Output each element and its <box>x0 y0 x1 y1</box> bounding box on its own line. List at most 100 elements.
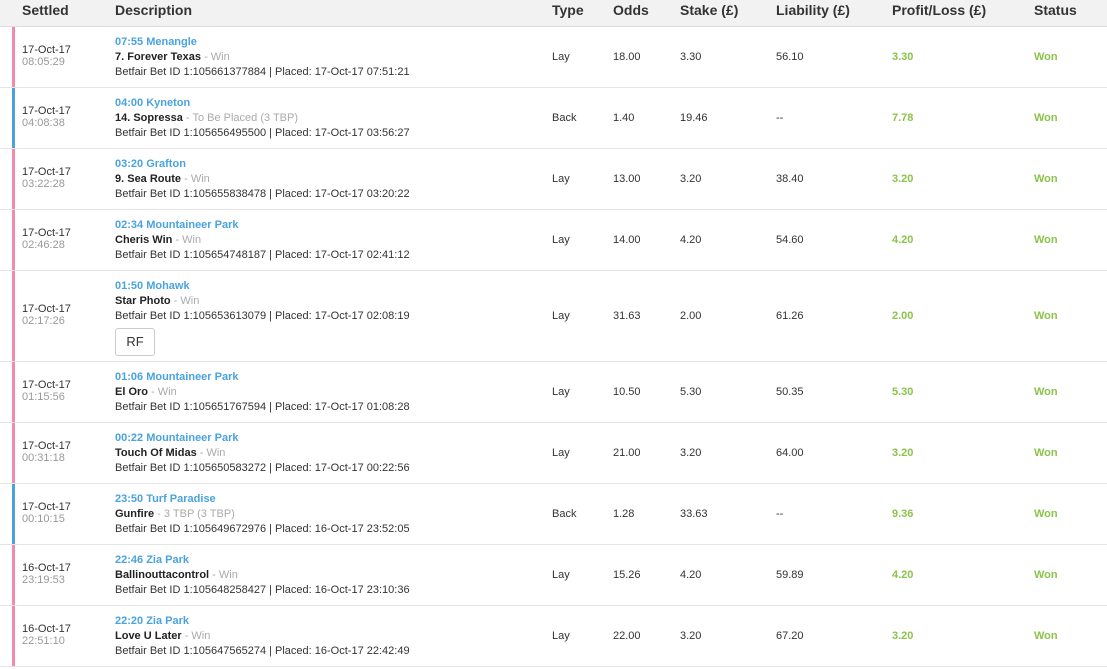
bet-info: Betfair Bet ID 1:105649672976 | Placed: … <box>115 523 410 535</box>
status-badge: Won <box>1034 173 1058 185</box>
settled-time: 01:15:56 <box>22 391 65 403</box>
header-stake[interactable]: Stake (£) <box>680 2 738 18</box>
bet-side-indicator <box>12 423 15 483</box>
status-badge: Won <box>1034 234 1058 246</box>
table-row: 16-Oct-17 22:51:10 22:20 Zia Park Love U La… <box>0 606 1107 667</box>
bet-side-indicator <box>12 545 15 605</box>
stake-cell: 2.00 <box>680 310 702 322</box>
profit-loss-cell: 3.20 <box>892 630 914 642</box>
race-link[interactable]: 02:34 Mountaineer Park <box>115 218 410 233</box>
settled-cell: 17-Oct-17 08:05:29 <box>22 44 71 68</box>
settled-date: 17-Oct-17 <box>22 105 71 117</box>
stake-cell: 4.20 <box>680 569 702 581</box>
settled-date: 17-Oct-17 <box>22 44 71 56</box>
profit-loss-cell: 3.20 <box>892 447 914 459</box>
table-row: 17-Oct-17 02:46:28 02:34 Mountaineer Park C… <box>0 210 1107 271</box>
odds-cell: 15.26 <box>613 569 641 581</box>
selection-name: Love U Later <box>115 630 182 642</box>
settled-date: 16-Oct-17 <box>22 623 71 635</box>
settled-date: 17-Oct-17 <box>22 166 71 178</box>
settled-cell: 16-Oct-17 22:51:10 <box>22 623 71 647</box>
selection-name: 7. Forever Texas <box>115 51 202 63</box>
profit-loss-cell: 5.30 <box>892 386 914 398</box>
table-row: 17-Oct-17 08:05:29 07:55 Menangle 7. Foreve… <box>0 27 1107 88</box>
race-link[interactable]: 01:50 Mohawk <box>115 279 410 294</box>
bet-side-indicator <box>12 271 15 361</box>
header-type[interactable]: Type <box>552 2 584 18</box>
bet-side-indicator <box>12 362 15 422</box>
type-cell: Lay <box>552 569 570 581</box>
header-settled[interactable]: Settled <box>22 2 69 18</box>
liability-cell: 61.26 <box>776 310 804 322</box>
description-cell: 03:20 Grafton 9. Sea Route - Win Betfair B… <box>115 157 410 200</box>
race-link[interactable]: 22:20 Zia Park <box>115 614 410 629</box>
settled-cell: 17-Oct-17 00:31:18 <box>22 440 71 464</box>
settled-date: 17-Oct-17 <box>22 440 71 452</box>
race-link[interactable]: 03:20 Grafton <box>115 157 410 172</box>
liability-cell: 56.10 <box>776 51 804 63</box>
type-cell: Lay <box>552 386 570 398</box>
bet-info: Betfair Bet ID 1:105654748187 | Placed: … <box>115 249 410 261</box>
bet-side-indicator <box>12 606 15 666</box>
liability-cell: -- <box>776 508 784 520</box>
selection-name: Ballinouttacontrol <box>115 569 210 581</box>
odds-cell: 18.00 <box>613 51 641 63</box>
selection-name: Touch Of Midas <box>115 447 197 459</box>
market-name: 3 TBP (3 TBP) <box>163 508 235 520</box>
stake-cell: 33.63 <box>680 508 708 520</box>
table-header: Settled Description Type Odds Stake (£) … <box>0 0 1107 27</box>
bet-info: Betfair Bet ID 1:105653613079 | Placed: … <box>115 310 410 322</box>
selection-name: Gunfire <box>115 508 155 520</box>
header-profit-loss[interactable]: Profit/Loss (£) <box>892 2 986 18</box>
stake-cell: 3.20 <box>680 447 702 459</box>
status-badge: Won <box>1034 508 1058 520</box>
race-link[interactable]: 23:50 Turf Paradise <box>115 492 410 507</box>
race-link[interactable]: 00:22 Mountaineer Park <box>115 431 410 446</box>
profit-loss-cell: 2.00 <box>892 310 914 322</box>
type-cell: Back <box>552 508 577 520</box>
odds-cell: 22.00 <box>613 630 641 642</box>
profit-loss-cell: 3.30 <box>892 51 914 63</box>
market-name: Win <box>180 295 200 307</box>
settled-time: 22:51:10 <box>22 635 65 647</box>
bet-info: Betfair Bet ID 1:105648258427 | Placed: … <box>115 584 410 596</box>
race-link[interactable]: 01:06 Mountaineer Park <box>115 370 410 385</box>
stake-cell: 19.46 <box>680 112 708 124</box>
table-row: 16-Oct-17 23:19:53 22:46 Zia Park Ballinout… <box>0 545 1107 606</box>
settled-time: 23:19:53 <box>22 574 65 586</box>
race-link[interactable]: 04:00 Kyneton <box>115 96 410 111</box>
description-cell: 00:22 Mountaineer Park Touch Of Midas - W… <box>115 431 410 474</box>
header-odds[interactable]: Odds <box>613 2 649 18</box>
bet-side-indicator <box>12 27 15 87</box>
rf-button[interactable]: RF <box>115 328 155 356</box>
stake-cell: 5.30 <box>680 386 702 398</box>
liability-cell: 50.35 <box>776 386 804 398</box>
odds-cell: 14.00 <box>613 234 641 246</box>
bet-info: Betfair Bet ID 1:105651767594 | Placed: … <box>115 401 410 413</box>
stake-cell: 3.20 <box>680 173 702 185</box>
status-badge: Won <box>1034 386 1058 398</box>
header-status[interactable]: Status <box>1034 2 1077 18</box>
market-name: Win <box>157 386 177 398</box>
bet-side-indicator <box>12 210 15 270</box>
type-cell: Lay <box>552 51 570 63</box>
liability-cell: 67.20 <box>776 630 804 642</box>
bets-table: Settled Description Type Odds Stake (£) … <box>0 0 1107 667</box>
selection-name: Cheris Win <box>115 234 173 246</box>
description-cell: 22:46 Zia Park Ballinouttacontrol - Win Be… <box>115 553 410 596</box>
odds-cell: 10.50 <box>613 386 641 398</box>
settled-time: 04:08:38 <box>22 117 65 129</box>
table-row: 17-Oct-17 00:10:15 23:50 Turf Paradise Gunf… <box>0 484 1107 545</box>
race-link[interactable]: 07:55 Menangle <box>115 35 410 50</box>
header-liability[interactable]: Liability (£) <box>776 2 850 18</box>
race-link[interactable]: 22:46 Zia Park <box>115 553 410 568</box>
header-description[interactable]: Description <box>115 2 192 18</box>
odds-cell: 21.00 <box>613 447 641 459</box>
selection-name: El Oro <box>115 386 149 398</box>
type-cell: Lay <box>552 234 570 246</box>
settled-date: 16-Oct-17 <box>22 562 71 574</box>
selection-name: Star Photo <box>115 295 171 307</box>
settled-time: 02:17:26 <box>22 315 65 327</box>
description-cell: 04:00 Kyneton 14. Sopressa - To Be Placed… <box>115 96 410 139</box>
settled-time: 03:22:28 <box>22 178 65 190</box>
